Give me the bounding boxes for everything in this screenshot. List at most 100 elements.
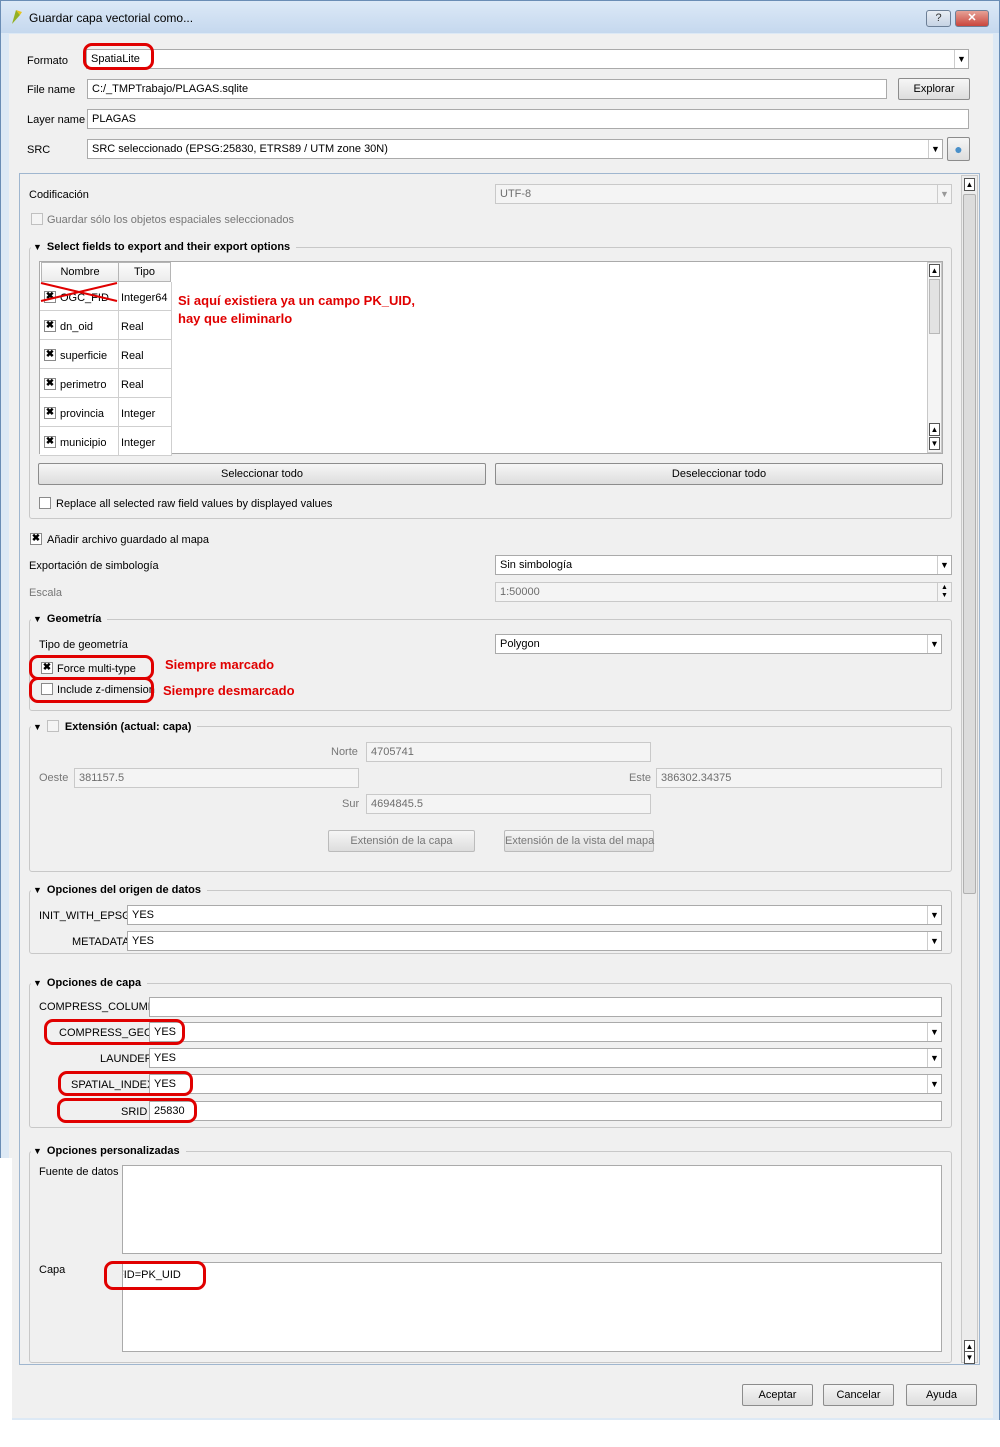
- geometry-type-combo[interactable]: Polygon ▼: [495, 634, 942, 654]
- symbology-value: Sin simbología: [500, 559, 573, 571]
- table-row[interactable]: ✖ provincia: [40, 398, 119, 427]
- compress-geom-highlight: [44, 1019, 185, 1045]
- table-row[interactable]: ✖ perimetro: [40, 369, 119, 398]
- scale-spinbox[interactable]: 1:50000 ▲ ▼: [495, 582, 952, 602]
- field-type-cell[interactable]: Real: [119, 369, 172, 398]
- symbology-combo[interactable]: Sin simbología ▼: [495, 555, 952, 575]
- field-type: Real: [121, 350, 144, 362]
- filename-field[interactable]: C:/_TMPTrabajo/PLAGAS.sqlite: [87, 79, 887, 99]
- table-row[interactable]: ✖ dn_oid: [40, 311, 119, 340]
- fields-scrollbar[interactable]: ▲ ▲ ▼: [927, 262, 942, 453]
- src-label: SRC: [27, 144, 51, 156]
- browse-button[interactable]: Explorar: [898, 78, 970, 100]
- collapse-triangle-icon: ▼: [33, 722, 42, 732]
- layername-label: Layer name: [27, 114, 86, 126]
- collapse-triangle-icon: ▼: [33, 885, 42, 895]
- field-checkbox[interactable]: ✖: [44, 436, 56, 448]
- scroll-down-icon[interactable]: ▼: [929, 437, 940, 450]
- pkuid-note-line2: hay que eliminarlo: [178, 311, 293, 326]
- scroll-up-icon[interactable]: ▲: [964, 178, 975, 191]
- fields-scroll-thumb[interactable]: [929, 279, 940, 334]
- field-type-cell[interactable]: Real: [119, 311, 172, 340]
- scroll-up-icon-lower[interactable]: ▲: [929, 423, 940, 436]
- metadata-combo[interactable]: YES ▼: [127, 931, 942, 951]
- datasource-options-title[interactable]: ▼ Opciones del origen de datos: [31, 884, 207, 896]
- field-type-cell[interactable]: Integer: [119, 427, 172, 456]
- table-row[interactable]: ✖ superficie: [40, 340, 119, 369]
- close-title-button[interactable]: ✕: [955, 10, 989, 27]
- chevron-down-icon: ▼: [927, 1075, 941, 1093]
- scroll-down-icon[interactable]: ▼: [964, 1351, 975, 1364]
- west-field[interactable]: 381157.5: [74, 768, 359, 788]
- fields-group-title[interactable]: ▼ Select fields to export and their expor…: [31, 241, 297, 253]
- custom-datasource-textarea[interactable]: [122, 1165, 942, 1254]
- geometry-type-label: Tipo de geometría: [39, 639, 128, 651]
- options-scrollbar[interactable]: ▲ ▲ ▼: [961, 175, 978, 1364]
- replace-values-checkbox[interactable]: [39, 497, 51, 509]
- cropped-margin-bottom: [0, 1420, 1000, 1447]
- field-type-cell[interactable]: Integer: [119, 398, 172, 427]
- layername-field[interactable]: PLAGAS: [87, 109, 969, 129]
- south-label: Sur: [342, 798, 360, 810]
- canvas-extent-button[interactable]: Extensión de la vista del mapa: [504, 830, 654, 852]
- help-button[interactable]: Ayuda: [906, 1384, 977, 1406]
- add-to-map-checkbox[interactable]: ✖: [30, 533, 42, 545]
- launder-combo[interactable]: YES ▼: [149, 1048, 942, 1068]
- always-checked-note: Siempre marcado: [165, 657, 275, 672]
- crs-selector-button[interactable]: ●: [947, 137, 970, 161]
- cancel-button[interactable]: Cancelar: [823, 1384, 894, 1406]
- layer-options-title[interactable]: ▼ Opciones de capa: [31, 977, 148, 989]
- east-field[interactable]: 386302.34375: [656, 768, 942, 788]
- geometry-group-title[interactable]: ▼ Geometría: [31, 613, 108, 625]
- col-header-type[interactable]: Tipo: [118, 262, 171, 282]
- help-title-button[interactable]: ?: [926, 10, 951, 27]
- globe-icon: ●: [954, 141, 963, 157]
- fields-title: Select fields to export and their export…: [46, 241, 291, 253]
- extent-title: Extensión (actual: capa): [64, 721, 192, 733]
- filename-label: File name: [27, 84, 76, 96]
- spatial-index-combo[interactable]: YES ▼: [149, 1074, 942, 1094]
- deselect-all-button[interactable]: Deseleccionar todo: [495, 463, 943, 485]
- srid-highlight: [57, 1098, 197, 1123]
- init-epsg-combo[interactable]: YES ▼: [127, 905, 942, 925]
- north-field[interactable]: 4705741: [366, 742, 651, 762]
- format-combo[interactable]: SpatiaLite ▼: [86, 49, 969, 69]
- field-type-cell[interactable]: Real: [119, 340, 172, 369]
- selected-only-checkbox[interactable]: [31, 213, 43, 225]
- strike-out-mark: [40, 282, 118, 302]
- table-row[interactable]: ✖ municipio: [40, 427, 119, 456]
- field-checkbox[interactable]: ✖: [44, 378, 56, 390]
- src-combo[interactable]: SRC seleccionado (EPSG:25830, ETRS89 / U…: [87, 139, 943, 159]
- scroll-up-icon[interactable]: ▲: [929, 264, 940, 277]
- encoding-combo[interactable]: UTF-8 ▼: [495, 184, 952, 204]
- extent-group-title[interactable]: ▼ Extensión (actual: capa): [31, 720, 198, 733]
- chevron-down-icon: ▼: [927, 1049, 941, 1067]
- replace-values-label: Replace all selected raw field values by…: [56, 498, 333, 510]
- accept-button[interactable]: Aceptar: [742, 1384, 813, 1406]
- chevron-down-icon: ▼: [927, 1023, 941, 1041]
- extent-checkbox[interactable]: [46, 720, 59, 732]
- col-header-name[interactable]: Nombre: [41, 262, 119, 282]
- layer-extent-button[interactable]: Extensión de la capa: [328, 830, 475, 852]
- field-checkbox[interactable]: ✖: [44, 407, 56, 419]
- scroll-thumb[interactable]: [963, 194, 976, 894]
- custom-layer-textarea[interactable]: FID=PK_UID: [122, 1262, 942, 1352]
- select-all-button[interactable]: Seleccionar todo: [38, 463, 486, 485]
- south-field[interactable]: 4694845.5: [366, 794, 651, 814]
- field-checkbox[interactable]: ✖: [44, 320, 56, 332]
- srid-field[interactable]: 25830: [149, 1101, 942, 1121]
- field-name: superficie: [60, 350, 108, 362]
- init-epsg-value: YES: [132, 909, 155, 921]
- save-vector-layer-dialog: Guardar capa vectorial como... ? ✕ Forma…: [0, 0, 1000, 1447]
- west-label: Oeste: [39, 772, 69, 784]
- custom-options-title[interactable]: ▼ Opciones personalizadas: [31, 1145, 186, 1157]
- scale-label: Escala: [29, 587, 63, 599]
- field-type-cell[interactable]: Integer64: [119, 282, 172, 311]
- pkuid-note-line1: Si aquí existiera ya un campo PK_UID,: [178, 293, 415, 308]
- custom-layer-label: Capa: [39, 1264, 66, 1276]
- field-type: Real: [121, 379, 144, 391]
- field-checkbox[interactable]: ✖: [44, 349, 56, 361]
- field-name: dn_oid: [60, 321, 94, 333]
- compress-columns-field[interactable]: [149, 997, 942, 1017]
- compress-geom-combo[interactable]: YES ▼: [149, 1022, 942, 1042]
